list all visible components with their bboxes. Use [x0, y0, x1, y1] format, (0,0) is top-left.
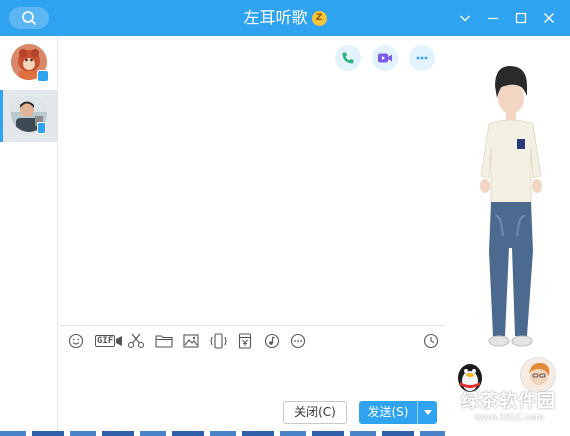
chevron-down-icon [423, 409, 432, 415]
window-title-text: 左耳听歌 [243, 8, 308, 27]
qq-show-figure [480, 66, 542, 347]
send-button[interactable]: 发送(S) [359, 401, 437, 424]
send-button-label: 发送(S) [367, 405, 409, 419]
watermark: 绿茶软件园 www.33LC.com [445, 381, 570, 436]
bottom-edge-strip [0, 431, 445, 436]
screenshot-scissors-icon [127, 333, 145, 349]
title-bar: 左耳听歌 Z [0, 0, 570, 36]
more-tools-button[interactable] [287, 330, 309, 352]
screenshot-button[interactable] [125, 330, 147, 352]
sidebar-contact-selected[interactable] [0, 90, 58, 142]
contact-sidebar [0, 36, 58, 436]
group-badge-icon [37, 70, 49, 82]
watermark-url: www.33LC.com [475, 413, 544, 423]
emoji-button[interactable] [65, 330, 87, 352]
gif-camera-icon [116, 336, 123, 346]
chat-panel: GIF 关闭(C) 发送(S) [59, 36, 445, 436]
red-packet-icon [238, 333, 252, 349]
watermark-text: 绿茶软件园 [461, 391, 556, 412]
shake-icon [210, 333, 227, 349]
minimize-icon [488, 17, 498, 20]
sidebar-contact-group[interactable] [0, 38, 58, 90]
input-toolbar: GIF [65, 330, 439, 352]
minimize-button[interactable] [480, 5, 506, 31]
image-icon [183, 334, 199, 348]
message-history-button[interactable] [420, 330, 442, 352]
video-call-button[interactable] [372, 45, 398, 71]
folder-icon [155, 335, 173, 348]
shake-button[interactable] [207, 330, 229, 352]
video-call-icon [378, 53, 392, 63]
close-button[interactable]: 关闭(C) [283, 401, 347, 424]
more-icon [416, 56, 428, 60]
music-button[interactable] [261, 330, 283, 352]
red-packet-button[interactable] [234, 330, 256, 352]
device-badge-icon [37, 122, 46, 134]
emoji-icon [68, 333, 84, 349]
gif-icon: GIF [95, 335, 116, 347]
maximize-button[interactable] [508, 5, 534, 31]
dropdown-button[interactable] [452, 5, 478, 31]
input-divider [59, 325, 445, 326]
send-options-dropdown[interactable] [418, 409, 437, 416]
chevron-down-icon [460, 15, 470, 22]
close-window-button[interactable] [536, 5, 562, 31]
close-icon [544, 13, 554, 23]
maximize-icon [515, 12, 527, 24]
selection-indicator [0, 90, 3, 142]
voice-call-button[interactable] [335, 45, 361, 71]
window-controls [452, 0, 562, 36]
show-panel: 绿茶软件园 www.33LC.com [445, 36, 570, 436]
send-image-button[interactable] [180, 330, 202, 352]
music-icon [264, 333, 280, 349]
vip-badge-icon: Z [311, 10, 327, 26]
send-file-button[interactable] [153, 330, 175, 352]
more-icon [290, 333, 306, 349]
more-actions-button[interactable] [409, 45, 435, 71]
gif-button[interactable]: GIF [95, 333, 124, 349]
history-clock-icon [423, 333, 439, 349]
voice-call-icon [342, 52, 354, 64]
